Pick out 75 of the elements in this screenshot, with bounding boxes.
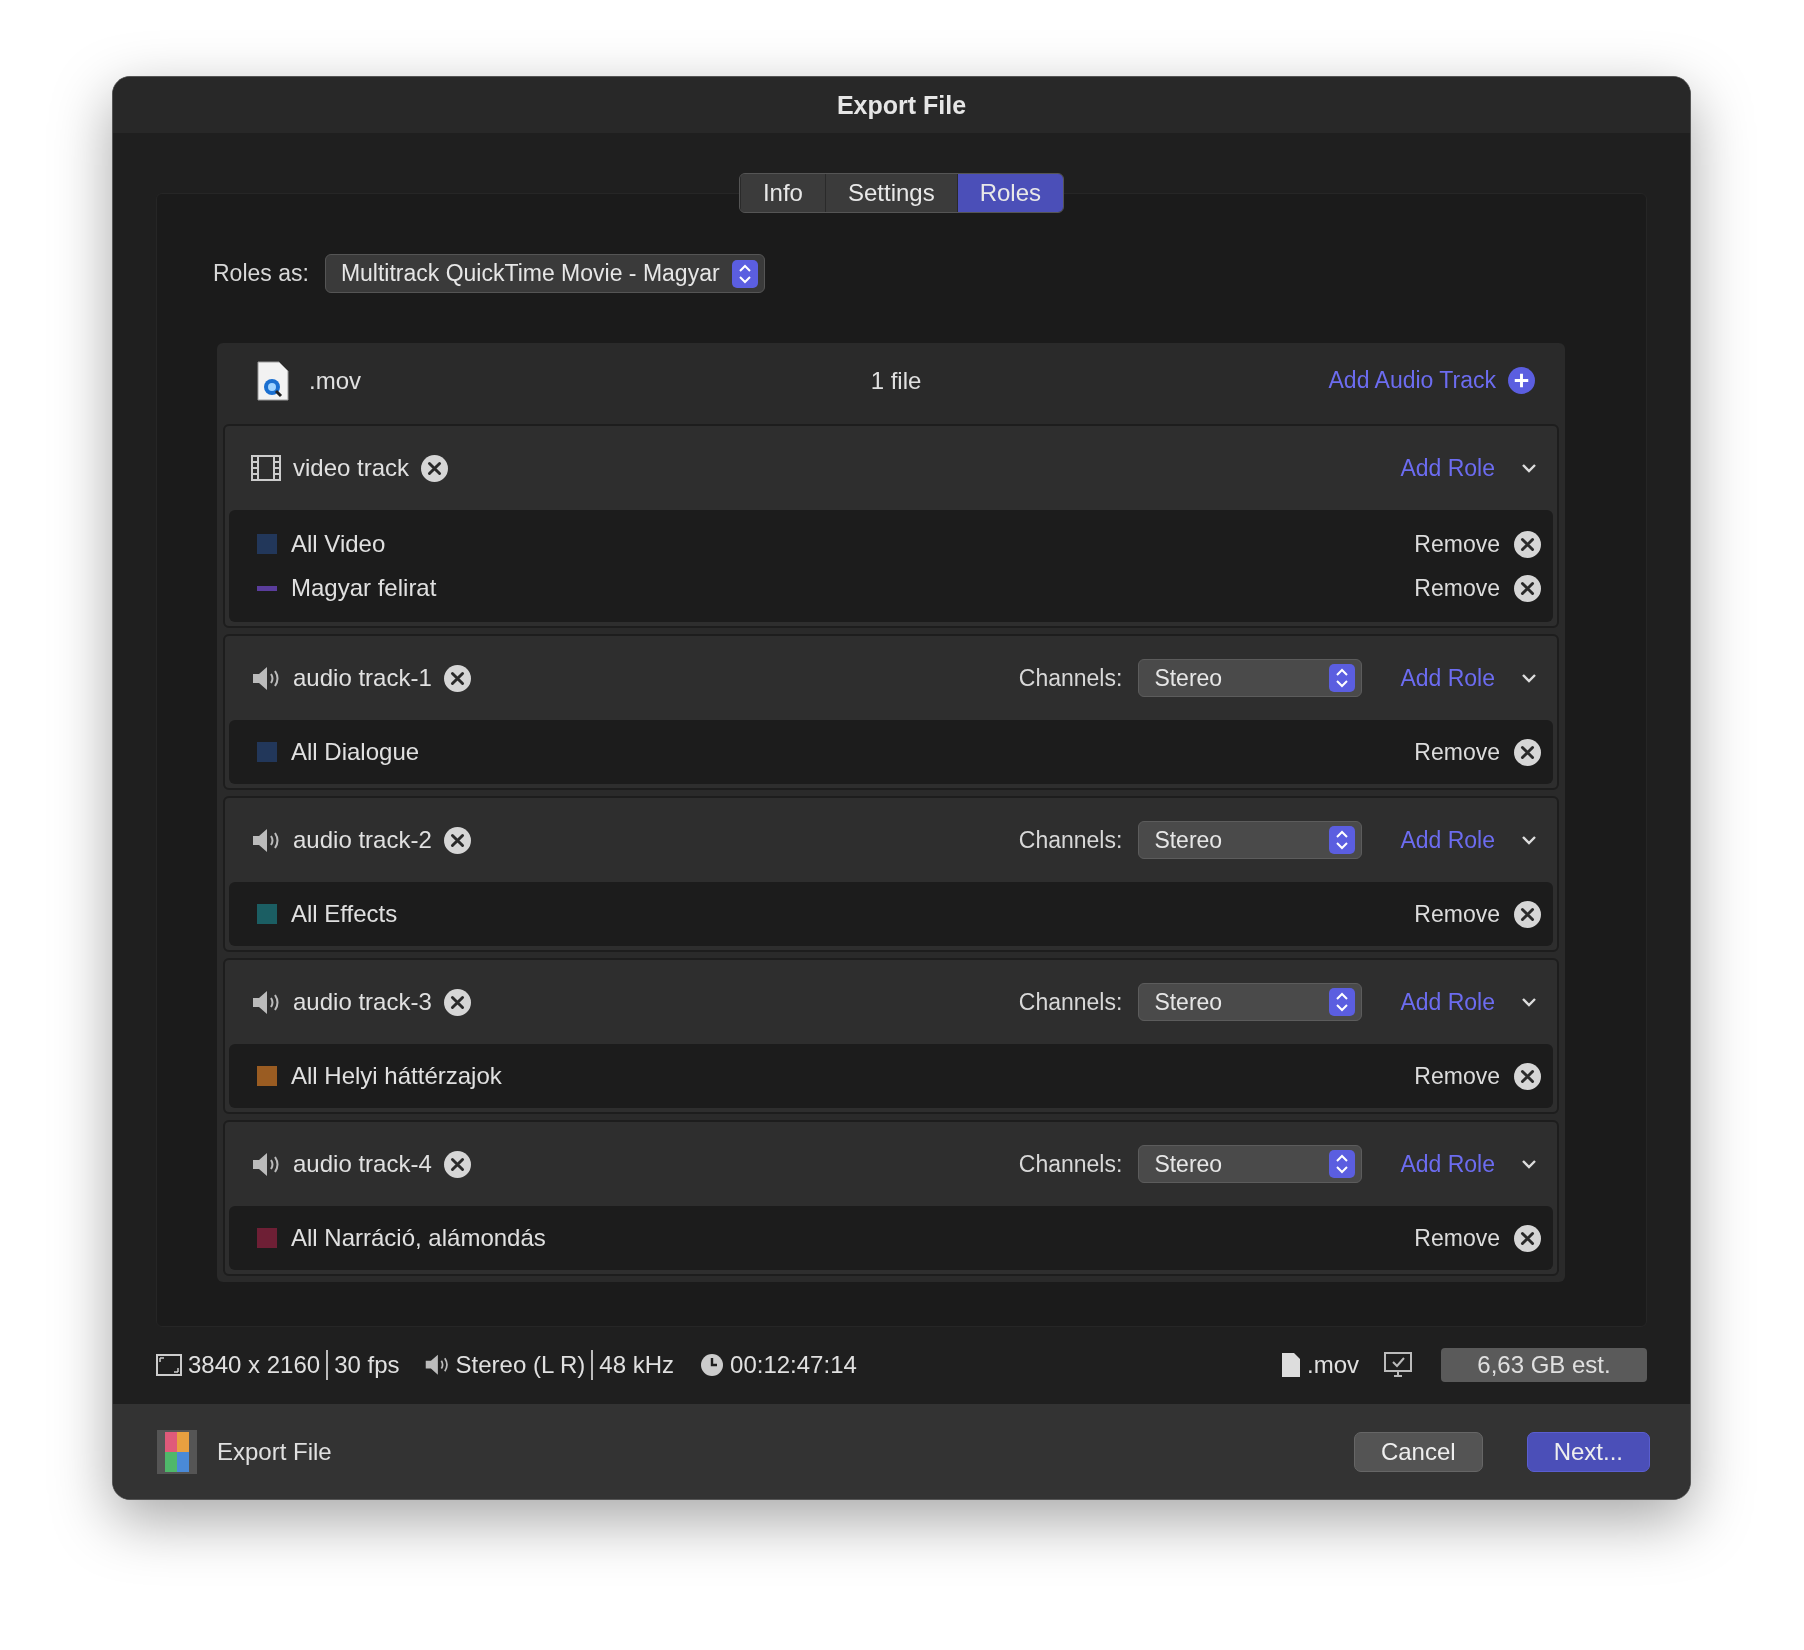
speaker-icon: [251, 1150, 281, 1178]
speaker-icon: [251, 988, 281, 1016]
speaker-icon: [423, 1353, 450, 1377]
close-icon[interactable]: [1514, 1062, 1541, 1090]
close-icon[interactable]: [443, 826, 471, 854]
close-icon[interactable]: [443, 1150, 471, 1178]
chevron-down-icon[interactable]: [1521, 673, 1537, 683]
file-count: 1 file: [870, 366, 922, 395]
role-name: All Narráció, alámondás: [291, 1224, 546, 1252]
track-name: audio track-2: [293, 826, 432, 854]
document-icon: [1281, 1352, 1301, 1378]
close-icon[interactable]: [421, 454, 449, 482]
role-name: Magyar felirat: [291, 574, 437, 602]
role-name: All Dialogue: [291, 738, 420, 766]
remove-button[interactable]: Remove: [1414, 1224, 1541, 1252]
role-name: All Video: [291, 530, 386, 558]
track-name: video track: [293, 454, 410, 482]
channels-popup[interactable]: Stereo: [1138, 659, 1363, 697]
add-icon[interactable]: [1508, 367, 1535, 394]
stepper-icon: [1329, 1150, 1356, 1178]
monitor-icon: [1383, 1351, 1413, 1379]
close-icon[interactable]: [1514, 738, 1541, 766]
role-name: All Effects: [291, 900, 398, 928]
close-icon[interactable]: [443, 988, 471, 1016]
channels-label: Channels:: [1018, 826, 1123, 854]
remove-button[interactable]: Remove: [1414, 1062, 1541, 1090]
role-name: All Helyi háttérzajok: [291, 1062, 502, 1090]
footer-title: Export File: [217, 1437, 332, 1466]
remove-button[interactable]: Remove: [1414, 738, 1541, 766]
file-type-text: .mov: [1307, 1351, 1359, 1379]
channels-label: Channels:: [1018, 664, 1123, 692]
remove-button[interactable]: Remove: [1414, 574, 1541, 602]
remove-button[interactable]: Remove: [1414, 530, 1541, 558]
close-icon[interactable]: [1514, 574, 1541, 602]
clock-icon: [700, 1353, 725, 1377]
sample-rate-text: 48 kHz: [599, 1351, 675, 1379]
chevron-down-icon[interactable]: [1521, 463, 1537, 473]
channels-popup[interactable]: Stereo: [1138, 983, 1363, 1021]
stepper-icon: [1329, 988, 1356, 1016]
frame-size-icon: [156, 1354, 182, 1376]
audio-format-text: Stereo (L R): [455, 1351, 586, 1379]
chevron-down-icon[interactable]: [1521, 835, 1537, 845]
cancel-button[interactable]: Cancel: [1353, 1431, 1483, 1472]
roles-popup[interactable]: Multitrack QuickTime Movie - Magyar: [324, 254, 765, 293]
resolution-text: 3840 x 2160: [188, 1351, 321, 1379]
frame-rate-text: 30 fps: [334, 1351, 400, 1379]
speaker-icon: [251, 664, 281, 692]
stepper-icon: [1329, 826, 1356, 854]
stepper-icon: [731, 259, 758, 288]
close-icon[interactable]: [1514, 530, 1541, 558]
channels-label: Channels:: [1018, 1150, 1123, 1178]
film-icon: [251, 455, 281, 481]
channels-popup[interactable]: Stereo: [1138, 1145, 1363, 1183]
close-icon[interactable]: [1514, 900, 1541, 928]
channels-label: Channels:: [1018, 988, 1123, 1016]
track-name: audio track-1: [293, 664, 432, 692]
track-name: audio track-4: [293, 1150, 432, 1178]
track-name: audio track-3: [293, 988, 432, 1016]
file-extension: .mov: [309, 366, 361, 395]
film-strip-icon: [157, 1429, 197, 1474]
chevron-down-icon[interactable]: [1521, 997, 1537, 1007]
tab[interactable]: Roles: [956, 174, 1064, 212]
window-title: Export File: [836, 90, 967, 120]
size-estimate-field: 6,63 GB est.: [1441, 1348, 1647, 1382]
chevron-down-icon[interactable]: [1521, 1159, 1537, 1169]
remove-button[interactable]: Remove: [1414, 900, 1541, 928]
close-icon[interactable]: [443, 664, 471, 692]
channels-popup[interactable]: Stereo: [1138, 821, 1363, 859]
roles-as-label: Roles as:: [213, 260, 309, 287]
movie-file-icon: [257, 360, 289, 401]
next-button[interactable]: Next...: [1526, 1431, 1650, 1472]
duration-text: 00:12:47:14: [730, 1351, 857, 1379]
close-icon[interactable]: [1514, 1224, 1541, 1252]
stepper-icon: [1329, 664, 1356, 692]
speaker-icon: [251, 826, 281, 854]
